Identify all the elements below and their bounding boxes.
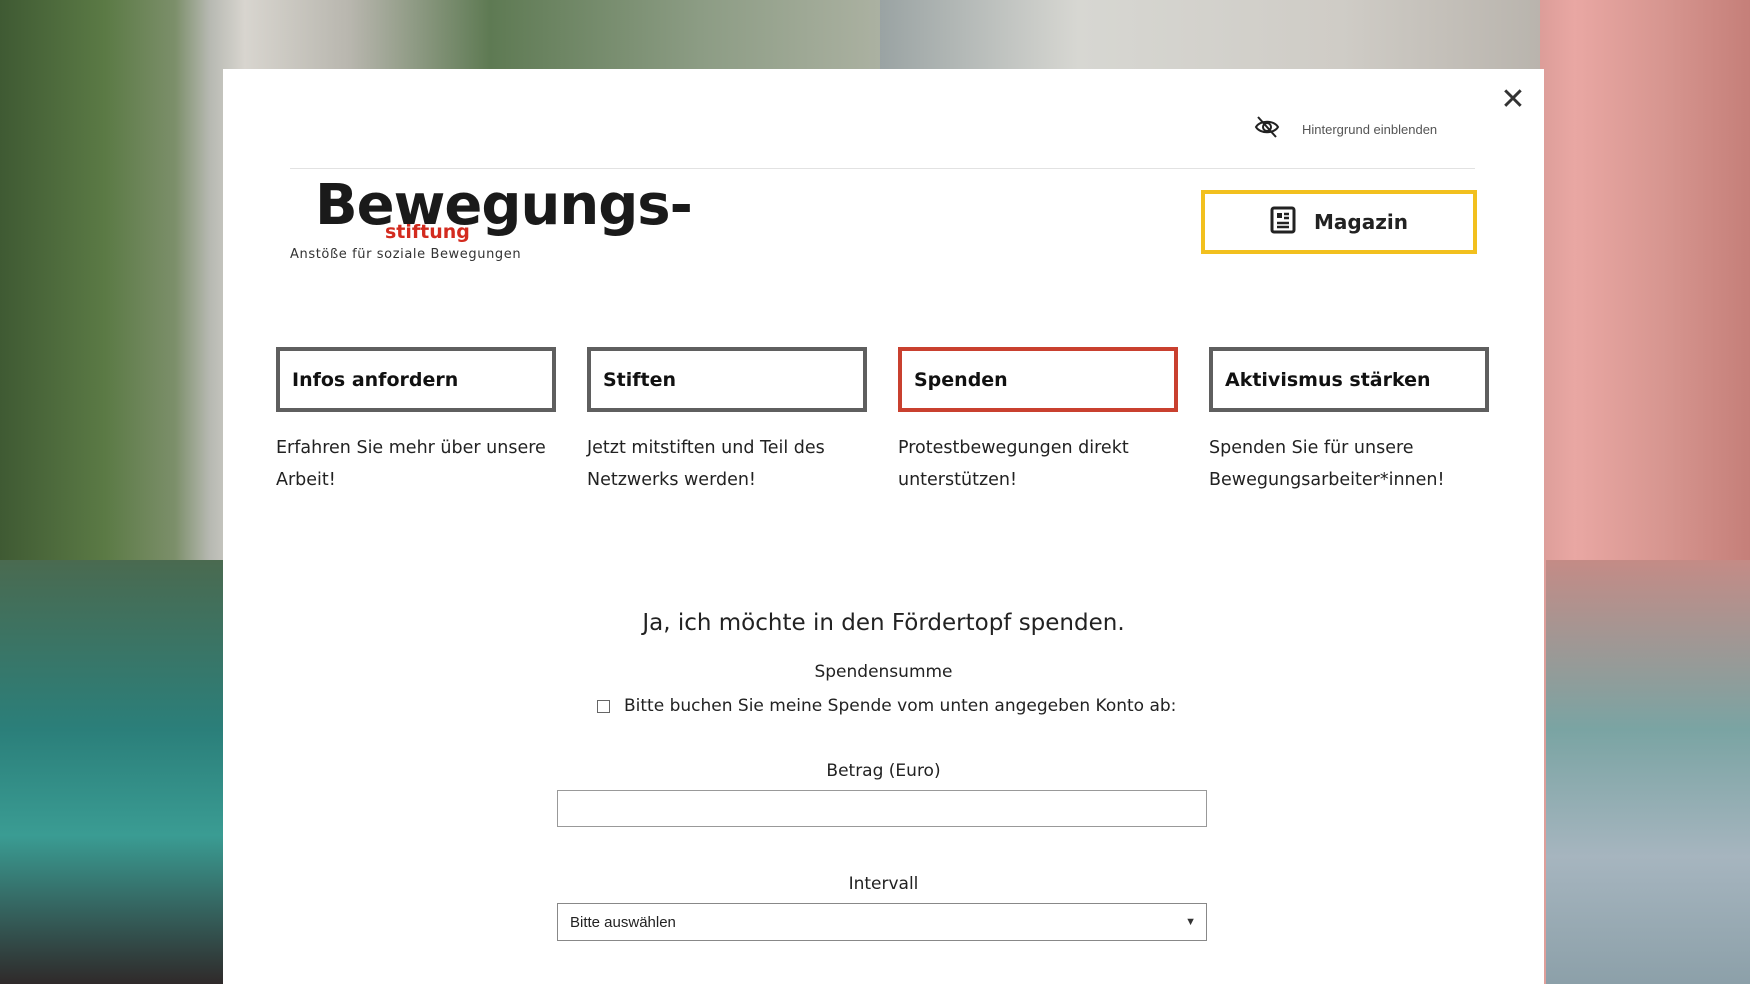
background-toggle-label: Hintergrund einblenden [1302,121,1438,137]
header-divider [290,168,1475,169]
card-spenden: Spenden Protestbewegungen direkt unterst… [898,347,1178,496]
background-crowd-left [0,560,223,984]
interval-selected-value: Bitte auswählen [570,913,676,931]
logo-tagline: Anstöße für soziale Bewegungen [290,247,522,262]
debit-checkbox[interactable] [597,699,610,713]
amount-label: Betrag (Euro) [826,761,941,781]
sum-label: Spendensumme [814,662,953,682]
close-icon[interactable]: ✕ [1499,85,1527,115]
spenden-button[interactable]: Spenden [898,347,1178,412]
card-aktivismus: Aktivismus stärken Spenden Sie für unser… [1209,347,1489,496]
magazin-button[interactable]: Magazin [1201,190,1477,254]
stiften-button[interactable]: Stiften [587,347,867,412]
eye-off-icon [1254,114,1280,144]
card-stiften: Stiften Jetzt mitstiften und Teil des Ne… [587,347,867,496]
logo-sub: stiftung [385,221,470,243]
card-description: Spenden Sie für unsere Bewegungsarbeiter… [1209,438,1445,490]
card-description: Jetzt mitstiften und Teil des Netzwerks … [587,438,825,490]
logo[interactable]: Bewegungs- stiftung Anstöße für soziale … [290,173,693,267]
card-description: Protestbewegungen direkt unterstützen! [898,438,1129,490]
card-description: Erfahren Sie mehr über unsere Arbeit! [276,438,546,490]
interval-label: Intervall [848,874,919,894]
background-building [880,0,1540,70]
debit-checkbox-row[interactable]: Bitte buchen Sie meine Spende vom unten … [597,696,1176,716]
background-toggle[interactable]: Hintergrund einblenden [1254,116,1437,142]
chevron-down-icon: ▼ [1185,916,1196,928]
interval-select[interactable]: Bitte auswählen ▼ [557,903,1207,941]
magazin-label: Magazin [1314,210,1408,234]
debit-checkbox-label: Bitte buchen Sie meine Spende vom unten … [624,696,1177,716]
card-infos: Infos anfordern Erfahren Sie mehr über u… [276,347,556,496]
newspaper-icon [1270,206,1296,238]
infos-anfordern-button[interactable]: Infos anfordern [276,347,556,412]
form-title: Ja, ich möchte in den Fördertopf spenden… [642,610,1125,636]
background-crowd-right [1546,560,1750,984]
amount-input[interactable] [557,790,1207,827]
aktivismus-staerken-button[interactable]: Aktivismus stärken [1209,347,1489,412]
logo-word: Bewegungs- [315,173,693,238]
